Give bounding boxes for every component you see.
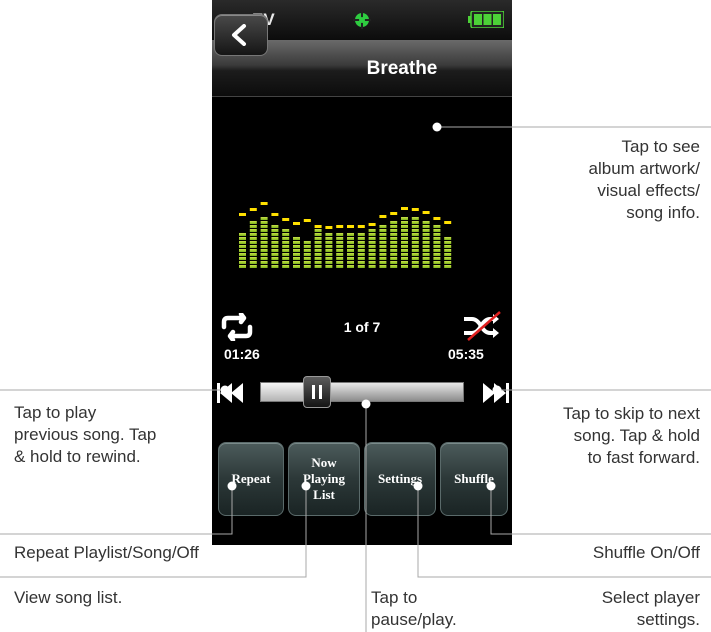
callout-prev-line: previous song. Tap (14, 425, 157, 444)
callout-settings-line: Select player (601, 588, 700, 607)
callout-settings-line: settings. (636, 610, 700, 629)
callout-pause-line: Tap to (371, 588, 418, 607)
callout-prev-line: & hold to rewind. (14, 447, 141, 466)
callout-next-line: Tap to skip to next (562, 404, 700, 423)
callout-album-line: visual effects/ (597, 181, 700, 200)
callout-song-list: View song list. (14, 588, 123, 607)
callout-next-line: to fast forward. (587, 448, 700, 467)
callout-settings: Select player settings. (520, 587, 700, 631)
callout-prev-line: Tap to play (14, 403, 97, 422)
callout-album-artwork: Tap to see album artwork/ visual effects… (500, 136, 700, 224)
callout-album-line: song info. (626, 203, 700, 222)
callout-repeat: Repeat Playlist/Song/Off (14, 543, 199, 562)
callout-previous-song: Tap to play previous song. Tap & hold to… (14, 402, 204, 468)
callout-leader-lines (0, 122, 711, 632)
callout-next-line: song. Tap & hold (573, 426, 700, 445)
callout-album-line: Tap to see (621, 137, 700, 156)
callout-pause-line: pause/play. (371, 610, 457, 629)
callout-album-line: album artwork/ (588, 159, 700, 178)
callout-shuffle: Shuffle On/Off (592, 543, 700, 562)
callout-next-song: Tap to skip to next song. Tap & hold to … (520, 403, 700, 469)
callout-pause-play: Tap to pause/play. (371, 587, 457, 631)
